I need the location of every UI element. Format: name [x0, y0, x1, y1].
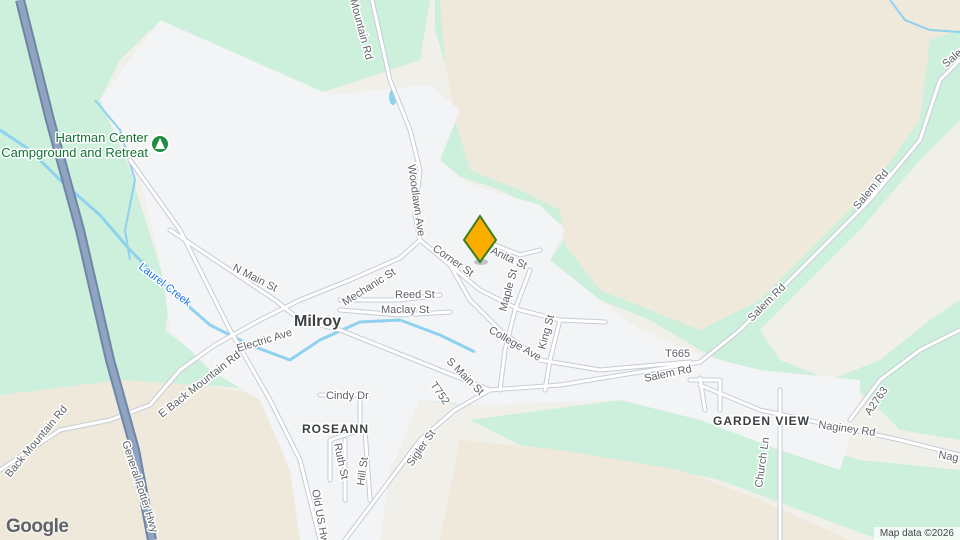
poi-label-line2[interactable]: Campground and Retreat [0, 144, 150, 162]
map-attribution[interactable]: Map data ©2026 [873, 527, 960, 540]
poi-label-line1[interactable]: Hartman Center [54, 129, 150, 147]
google-logo: Google [6, 516, 69, 537]
town-label-milroy[interactable]: Milroy [293, 312, 343, 332]
street-label-t665: T665 [665, 348, 690, 360]
district-label-roseann[interactable]: ROSEANN [301, 421, 370, 438]
map-canvas[interactable]: Hartman Center Campground and Retreat Mo… [0, 0, 960, 540]
district-label-garden-view[interactable]: GARDEN VIEW [712, 413, 811, 430]
map-view[interactable]: Hartman Center Campground and Retreat Mo… [0, 0, 960, 540]
street-label-maclay-st: Maclay St [381, 304, 429, 316]
street-label-cindy-dr: Cindy Dr [326, 390, 369, 402]
campground-icon[interactable] [150, 134, 170, 154]
street-label-reed-st: Reed St [395, 289, 435, 301]
